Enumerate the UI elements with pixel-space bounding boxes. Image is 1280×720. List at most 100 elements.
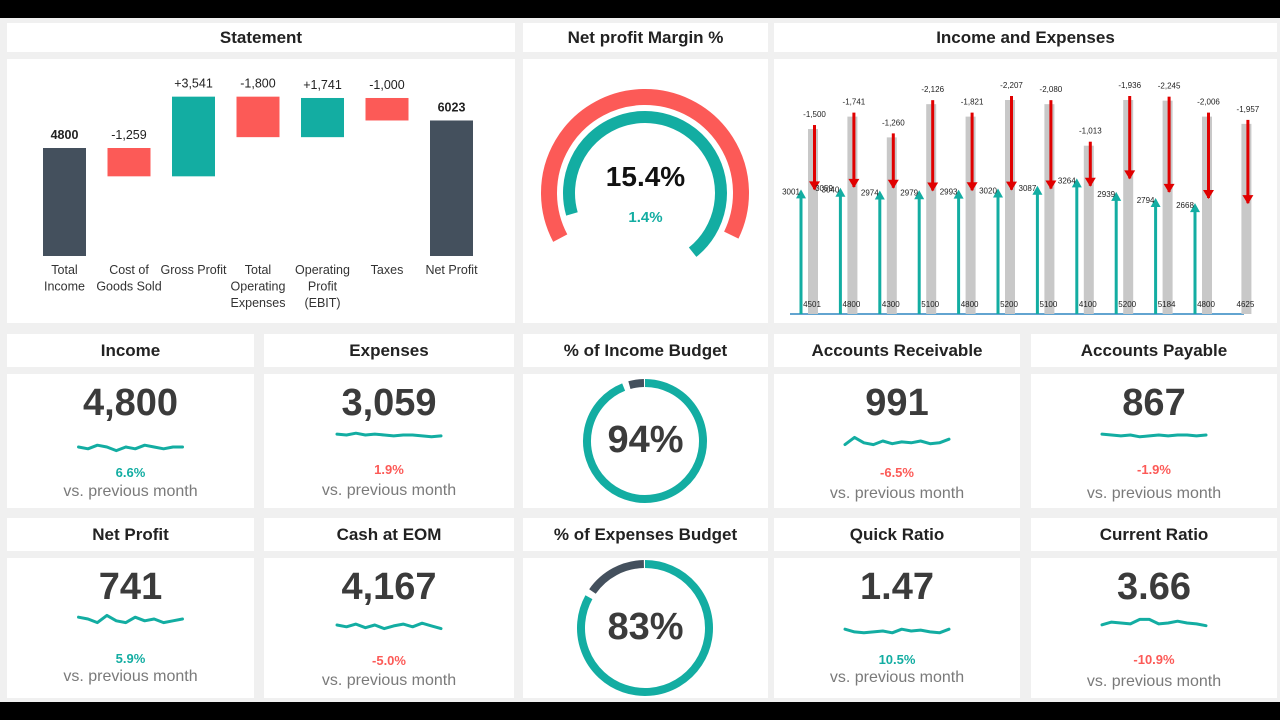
income-header: Income — [7, 334, 254, 367]
net-profit-sparkline — [77, 613, 184, 625]
waterfall-chart: 4800 Total Income -1,259 Cost of Goods Sold +3… — [43, 77, 478, 310]
start-label: 2668 — [1176, 201, 1194, 210]
income-expenses-chart: -1,5003001 30594501-1,74130404800-1,26029… — [782, 81, 1260, 315]
income-comparison: vs. previous month — [63, 483, 198, 500]
expense-arrow-shaft — [891, 133, 895, 188]
waterfall-data-label: 4800 — [51, 128, 79, 142]
net-profit-header: Net Profit — [7, 518, 254, 551]
expense-label: -1,500 — [803, 110, 826, 119]
bottom-letterbox — [0, 702, 1280, 720]
expense-arrow-shaft — [813, 125, 816, 190]
statement-header: Statement — [7, 23, 515, 52]
income-bar — [965, 116, 976, 314]
waterfall-category-label: Profit — [308, 280, 338, 294]
income-label: 4300 — [882, 300, 900, 309]
sparkline-path — [335, 431, 443, 439]
margin-title: Net profit Margin % — [567, 27, 724, 47]
expenses-budget-title: % of Expenses Budget — [553, 524, 738, 544]
waterfall-data-label: -1,800 — [240, 77, 275, 91]
income-title: Income — [100, 340, 161, 360]
net-profit-value: 741 — [98, 566, 163, 608]
sparkline-path — [335, 621, 443, 631]
income-label: 5100 — [921, 300, 939, 309]
expense-arrow-shaft — [1049, 100, 1053, 189]
sparkline-path — [77, 443, 184, 453]
start-arrow-shaft — [838, 191, 842, 314]
sparkline-path — [843, 627, 951, 635]
start-label: 3264 — [1058, 176, 1076, 185]
expenses-budget-panel: 83% — [523, 558, 768, 698]
sparkline-path — [77, 613, 184, 625]
cash-header: Cash at EOM — [264, 518, 514, 551]
waterfall-category-label: (EBIT) — [304, 296, 340, 310]
income-budget-title: % of Income Budget — [563, 340, 728, 360]
expense-label: -2,126 — [921, 85, 944, 94]
waterfall-category-label: Operating — [231, 280, 286, 294]
cash-card: 4,167 -5.0% vs. previous month — [264, 558, 514, 698]
ar-title: Accounts Receivable — [811, 340, 983, 360]
cash-title: Cash at EOM — [336, 524, 442, 544]
waterfall-category-label: Expenses — [231, 296, 286, 310]
start-label: 3087 — [1019, 184, 1037, 193]
current-ratio-title: Current Ratio — [1099, 524, 1209, 544]
income-label: 4800 — [961, 300, 979, 309]
waterfall-category-label: Income — [44, 280, 85, 294]
income-budget-value: 94% — [607, 419, 684, 461]
start-arrow-shaft — [1114, 195, 1118, 314]
expenses-value: 3,059 — [341, 382, 437, 424]
ar-sparkline — [843, 435, 951, 447]
ap-change: -1.9% — [1137, 462, 1171, 477]
start-arrow-shaft — [1035, 189, 1039, 314]
income-label: 5184 — [1158, 300, 1176, 309]
ar-comparison: vs. previous month — [829, 485, 965, 502]
expenses-sparkline — [335, 431, 443, 439]
waterfall-category-label: Goods Sold — [96, 280, 161, 294]
current-ratio-comparison: vs. previous month — [1086, 673, 1222, 690]
margin-header: Net profit Margin % — [523, 23, 768, 52]
income-bar — [1123, 100, 1134, 314]
current-ratio-change: -10.9% — [1133, 652, 1175, 667]
income-change: 6.6% — [115, 465, 146, 480]
income-expenses-panel: -1,500 3001 3059 4501 -1,741 3040 4800 -1,260 29… — [774, 59, 1277, 323]
income-label: 5200 — [1118, 300, 1136, 309]
start-label: 2974 — [861, 188, 879, 197]
income-budget-header: % of Income Budget — [523, 334, 768, 367]
quick-ratio-card: 1.47 10.5% vs. previous month — [774, 558, 1020, 698]
ap-header: Accounts Payable — [1031, 334, 1277, 367]
income-card: 4,800 6.6% vs. previous month — [7, 374, 254, 508]
ar-value: 991 — [865, 382, 929, 424]
budget-ring-remainder — [589, 560, 645, 594]
ap-title: Accounts Payable — [1080, 340, 1228, 360]
start-label: 2939 — [1097, 190, 1115, 199]
budget-ring-remainder — [628, 379, 645, 390]
expense-label: -2,006 — [1197, 98, 1220, 107]
start-label: 3020 — [979, 187, 997, 196]
ar-header: Accounts Receivable — [774, 334, 1020, 367]
expense-label: -1,957 — [1237, 105, 1260, 114]
waterfall-category-label: Gross Profit — [161, 263, 228, 277]
current-ratio-card: 3.66 -10.9% vs. previous month — [1031, 558, 1277, 698]
expense-label: -2,080 — [1040, 85, 1063, 94]
expenses-change: 1.9% — [374, 462, 404, 477]
start-label: 2993 — [940, 188, 958, 197]
ap-comparison: vs. previous month — [1086, 485, 1222, 502]
income-bar — [1162, 100, 1173, 314]
income-label: 5200 — [1000, 300, 1018, 309]
ar-card: 991 -6.5% vs. previous month — [774, 374, 1020, 508]
waterfall-category-label: Total — [51, 263, 77, 277]
start-label: 3040 — [822, 186, 840, 195]
ap-value: 867 — [1122, 382, 1186, 424]
expenses-budget-value: 83% — [607, 606, 684, 648]
waterfall-data-label: +3,541 — [174, 77, 213, 91]
expenses-title: Expenses — [349, 340, 429, 360]
start-label: 2979 — [900, 188, 918, 197]
start-arrow-shaft — [1193, 207, 1197, 314]
expense-label: -1,260 — [882, 118, 905, 127]
start-arrow-shaft — [1075, 182, 1079, 314]
net-profit-title: Net Profit — [92, 524, 169, 544]
sparkline-path — [1100, 432, 1208, 439]
start-arrow-shaft — [799, 193, 803, 314]
expense-arrow-shaft — [1207, 112, 1210, 198]
start-label: 3001 — [782, 187, 800, 196]
cash-sparkline — [335, 621, 443, 631]
